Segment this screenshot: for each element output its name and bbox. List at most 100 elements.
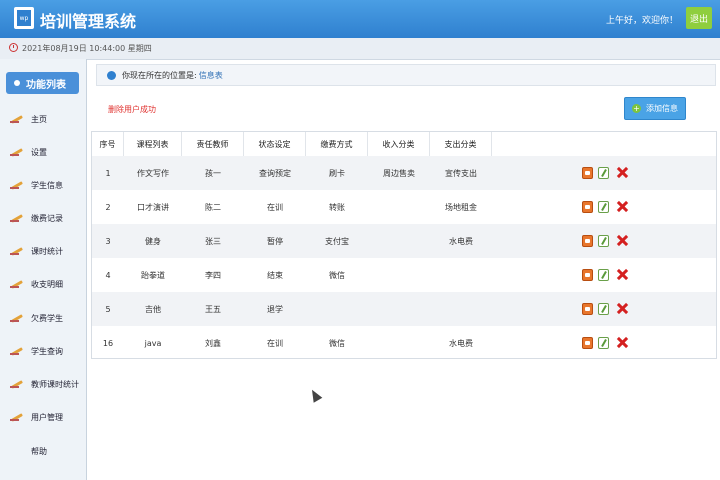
table-cell: 吉他	[145, 304, 161, 314]
table-cell: 转账	[329, 202, 345, 212]
table-cell: 退学	[267, 304, 283, 314]
sidebar-item-teacher-stats[interactable]: 教师课时统计	[0, 374, 86, 394]
table-cell: 水电费	[449, 236, 473, 246]
edit-icon[interactable]	[598, 303, 609, 315]
sidebar-item-label: 教师课时统计	[31, 379, 79, 389]
table-row: 2 口才演讲 陈二 在训 转账 场地租金	[92, 190, 716, 224]
table-cell: 16	[102, 338, 114, 348]
table-cell	[368, 292, 430, 326]
table-cell: 刘鑫	[205, 338, 221, 348]
sidebar-item-payments[interactable]: 缴费记录	[0, 208, 86, 228]
sidebar-item-label: 学生查询	[31, 346, 63, 356]
table-cell: 在训	[267, 202, 283, 212]
app-title: 培训管理系统	[40, 12, 137, 31]
table-cell: 结束	[267, 270, 283, 280]
sidebar-item-settings[interactable]: 设置	[0, 142, 86, 162]
pencil-icon	[10, 114, 24, 124]
clock-icon	[9, 43, 18, 52]
add-info-label: 添加信息	[646, 104, 678, 113]
table-cell: 2	[105, 202, 111, 212]
logo-mark: wp	[17, 10, 31, 26]
column-header: 支出分类	[430, 132, 492, 156]
sidebar-item-student-info[interactable]: 学生信息	[0, 175, 86, 195]
location-icon	[107, 70, 116, 80]
pencil-icon	[10, 213, 24, 223]
edit-icon[interactable]	[598, 337, 609, 349]
table-row: 1 作文写作 孩一 查询预定 刷卡 周边售卖 宣传支出	[92, 156, 716, 190]
view-icon[interactable]	[582, 201, 593, 213]
table-cell: 宣传支出	[445, 168, 477, 178]
app-logo: wp	[14, 7, 34, 29]
table-cell: 陈二	[205, 202, 221, 212]
table-cell	[368, 190, 430, 224]
table-cell: 王五	[205, 304, 221, 314]
sidebar-title: 功能列表	[6, 72, 79, 94]
table-cell: 口才演讲	[137, 202, 169, 212]
table-cell	[368, 326, 430, 360]
sidebar-item-finance[interactable]: 收支明细	[0, 274, 86, 294]
sidebar-item-arrears[interactable]: 欠费学生	[0, 308, 86, 328]
breadcrumb-prefix: 你现在所在的位置是:	[122, 70, 197, 80]
column-header: 课程列表	[124, 132, 182, 156]
view-icon[interactable]	[582, 303, 593, 315]
delete-icon[interactable]	[616, 201, 627, 213]
sidebar-item-student-query[interactable]: 学生查询	[0, 341, 86, 361]
table-row: 16 java 刘鑫 在训 微信 水电费	[92, 326, 716, 360]
view-icon[interactable]	[582, 235, 593, 247]
exit-button[interactable]: 退出	[686, 7, 712, 29]
column-header: 状态设定	[244, 132, 306, 156]
view-icon[interactable]	[582, 337, 593, 349]
table-cell: 微信	[329, 338, 345, 348]
pencil-icon	[10, 379, 24, 389]
pencil-icon	[10, 313, 24, 323]
bullet-icon	[14, 80, 20, 86]
delete-icon[interactable]	[616, 269, 627, 281]
table-cell: 张三	[205, 236, 221, 246]
column-header: 序号	[92, 132, 124, 156]
breadcrumb-current[interactable]: 信息表	[199, 70, 223, 81]
pencil-icon	[10, 246, 24, 256]
table-row: 3 健身 张三 暂停 支付宝 水电费	[92, 224, 716, 258]
sidebar-item-label: 用户管理	[31, 412, 63, 422]
table-cell: 刷卡	[329, 168, 345, 178]
table-cell	[430, 258, 492, 292]
column-header: 收入分类	[368, 132, 430, 156]
table-cell: 李四	[205, 270, 221, 280]
view-icon[interactable]	[582, 167, 593, 179]
sidebar-item-label: 欠费学生	[31, 313, 63, 323]
pencil-icon	[10, 147, 24, 157]
sidebar-item-help[interactable]: 帮助	[0, 441, 86, 461]
sidebar-item-label: 主页	[31, 114, 47, 124]
table-cell: 3	[105, 236, 111, 246]
table-cell	[368, 258, 430, 292]
edit-icon[interactable]	[598, 167, 609, 179]
table-cell: 查询预定	[259, 168, 291, 178]
table-row: 5 吉他 王五 退学	[92, 292, 716, 326]
sidebar-title-label: 功能列表	[26, 79, 66, 91]
delete-icon[interactable]	[616, 303, 627, 315]
delete-icon[interactable]	[616, 235, 627, 247]
sidebar-item-home[interactable]: 主页	[0, 109, 86, 129]
sidebar-item-hours-stats[interactable]: 课时统计	[0, 241, 86, 261]
date-bar: 2021年08月19日 10:44:00 星期四	[0, 38, 720, 60]
info-table: 序号 课程列表 责任教师 状态设定 缴费方式 收入分类 支出分类 1 作文写作 …	[91, 131, 717, 359]
edit-icon[interactable]	[598, 235, 609, 247]
table-cell: 周边售卖	[383, 168, 415, 178]
delete-icon[interactable]	[616, 167, 627, 179]
delete-icon[interactable]	[616, 337, 627, 349]
column-header: 责任教师	[182, 132, 244, 156]
edit-icon[interactable]	[598, 269, 609, 281]
sidebar: 功能列表 主页 设置 学生信息 缴费记录 课时统计 收支明细 欠费学生 学生查询…	[0, 59, 87, 480]
view-icon[interactable]	[582, 269, 593, 281]
sidebar-item-users[interactable]: 用户管理	[0, 407, 86, 427]
table-cell: java	[144, 338, 162, 348]
table-cell	[368, 224, 430, 258]
pencil-icon	[10, 346, 24, 356]
sidebar-item-label: 收支明细	[31, 279, 63, 289]
table-cell: 跆拳道	[141, 270, 165, 280]
add-info-button[interactable]: + 添加信息	[624, 97, 686, 120]
sidebar-item-label: 课时统计	[31, 246, 63, 256]
sidebar-item-label: 设置	[31, 147, 47, 157]
edit-icon[interactable]	[598, 201, 609, 213]
table-cell: 场地租金	[445, 202, 477, 212]
